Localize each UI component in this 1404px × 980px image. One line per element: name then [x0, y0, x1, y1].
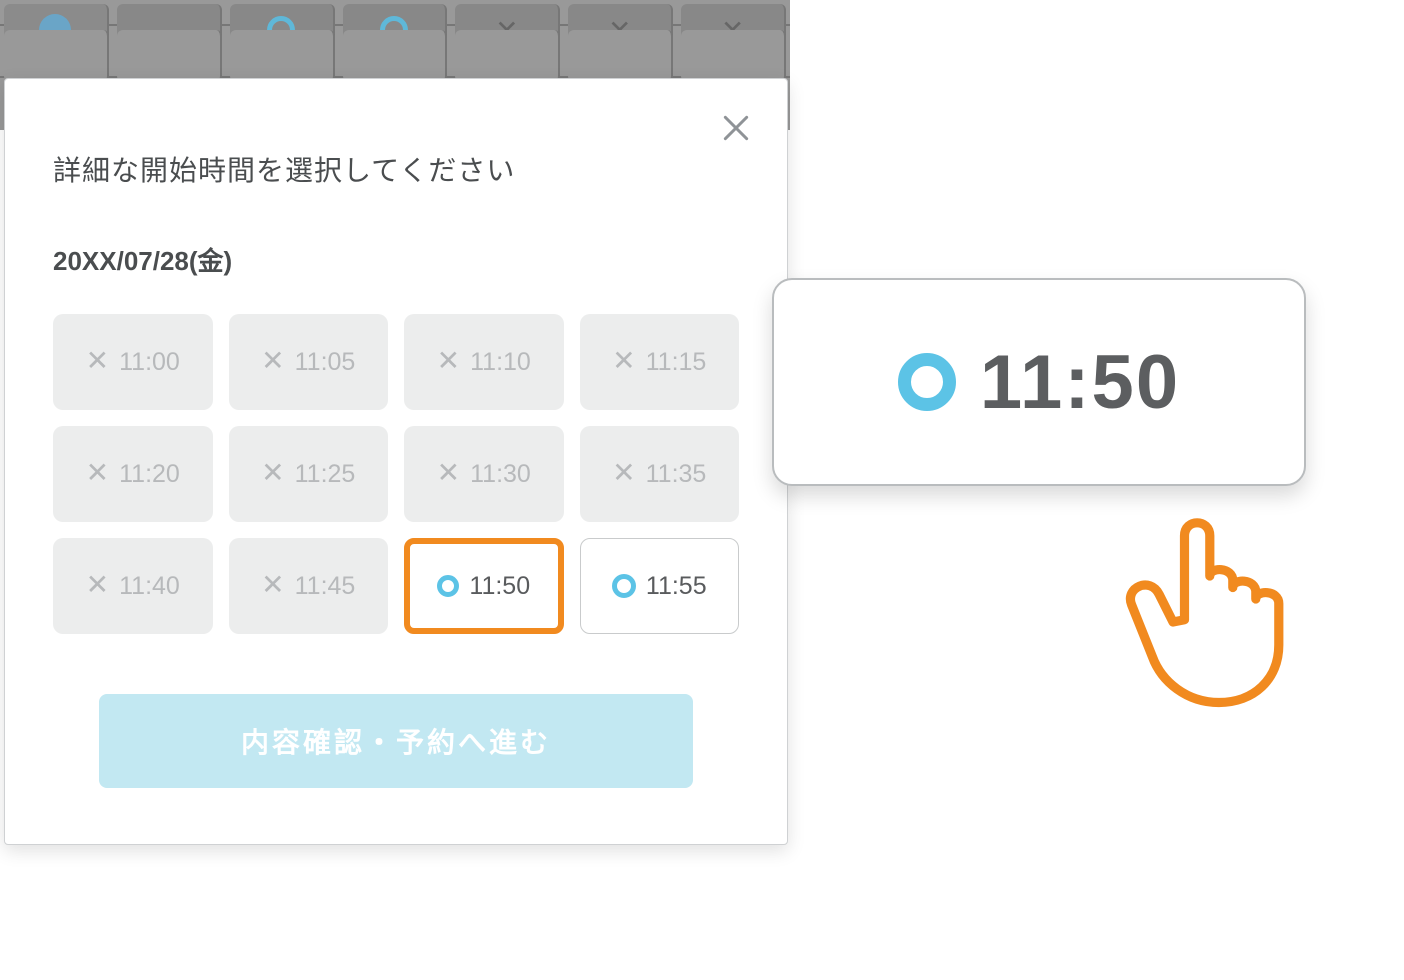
- x-icon: ✕: [612, 347, 635, 375]
- time-slot-1140: ✕ 11:40: [53, 538, 213, 634]
- slot-label: 11:45: [295, 572, 356, 601]
- slot-label: 11:15: [646, 348, 707, 377]
- x-icon: ✕: [612, 459, 635, 487]
- time-slot-1125: ✕ 11:25: [229, 426, 389, 522]
- modal-title: 詳細な開始時間を選択してください: [53, 149, 739, 189]
- time-slot-grid: ✕ 11:00 ✕ 11:05 ✕ 11:10 ✕ 11:15 ✕ 11:20 ✕ 11:2…: [53, 314, 739, 634]
- time-slot-1120: ✕ 11:20: [53, 426, 213, 522]
- time-slot-1130: ✕ 11:30: [404, 426, 564, 522]
- x-icon: ✕: [86, 459, 109, 487]
- circle-icon: [612, 574, 636, 598]
- x-icon: ✕: [261, 571, 284, 599]
- x-icon: ✕: [261, 347, 284, 375]
- time-slot-1100: ✕ 11:00: [53, 314, 213, 410]
- x-icon: ✕: [437, 459, 460, 487]
- slot-label: 11:30: [470, 460, 531, 489]
- x-icon: ✕: [86, 347, 109, 375]
- slot-label: 11:35: [646, 460, 707, 489]
- modal-date: 20XX/07/28(金): [53, 241, 739, 278]
- time-slot-1155[interactable]: 11:55: [580, 538, 740, 634]
- slot-label: 11:55: [646, 572, 707, 601]
- slot-label: 11:40: [119, 572, 180, 601]
- time-slot-1105: ✕ 11:05: [229, 314, 389, 410]
- callout-card[interactable]: 11:50: [772, 278, 1306, 486]
- x-icon: ✕: [261, 459, 284, 487]
- time-slot-1135: ✕ 11:35: [580, 426, 740, 522]
- slot-label: 11:10: [470, 348, 531, 377]
- slot-label: 11:05: [295, 348, 356, 377]
- time-slot-1110: ✕ 11:10: [404, 314, 564, 410]
- confirm-button[interactable]: 内容確認・予約へ進む: [99, 694, 693, 788]
- close-button[interactable]: [715, 107, 757, 149]
- callout-time: 11:50: [980, 339, 1180, 426]
- hand-pointer-icon: [1104, 484, 1334, 714]
- slot-label: 11:50: [469, 572, 530, 601]
- time-slot-1115: ✕ 11:15: [580, 314, 740, 410]
- time-select-modal: 詳細な開始時間を選択してください 20XX/07/28(金) ✕ 11:00 ✕ 1…: [4, 78, 788, 845]
- time-slot-1150[interactable]: 11:50: [404, 538, 564, 634]
- x-icon: ✕: [86, 571, 109, 599]
- slot-label: 11:25: [295, 460, 356, 489]
- circle-icon: [437, 575, 459, 597]
- time-slot-1145: ✕ 11:45: [229, 538, 389, 634]
- circle-icon: [898, 353, 956, 411]
- slot-label: 11:00: [119, 348, 180, 377]
- slot-label: 11:20: [119, 460, 180, 489]
- x-icon: ✕: [437, 347, 460, 375]
